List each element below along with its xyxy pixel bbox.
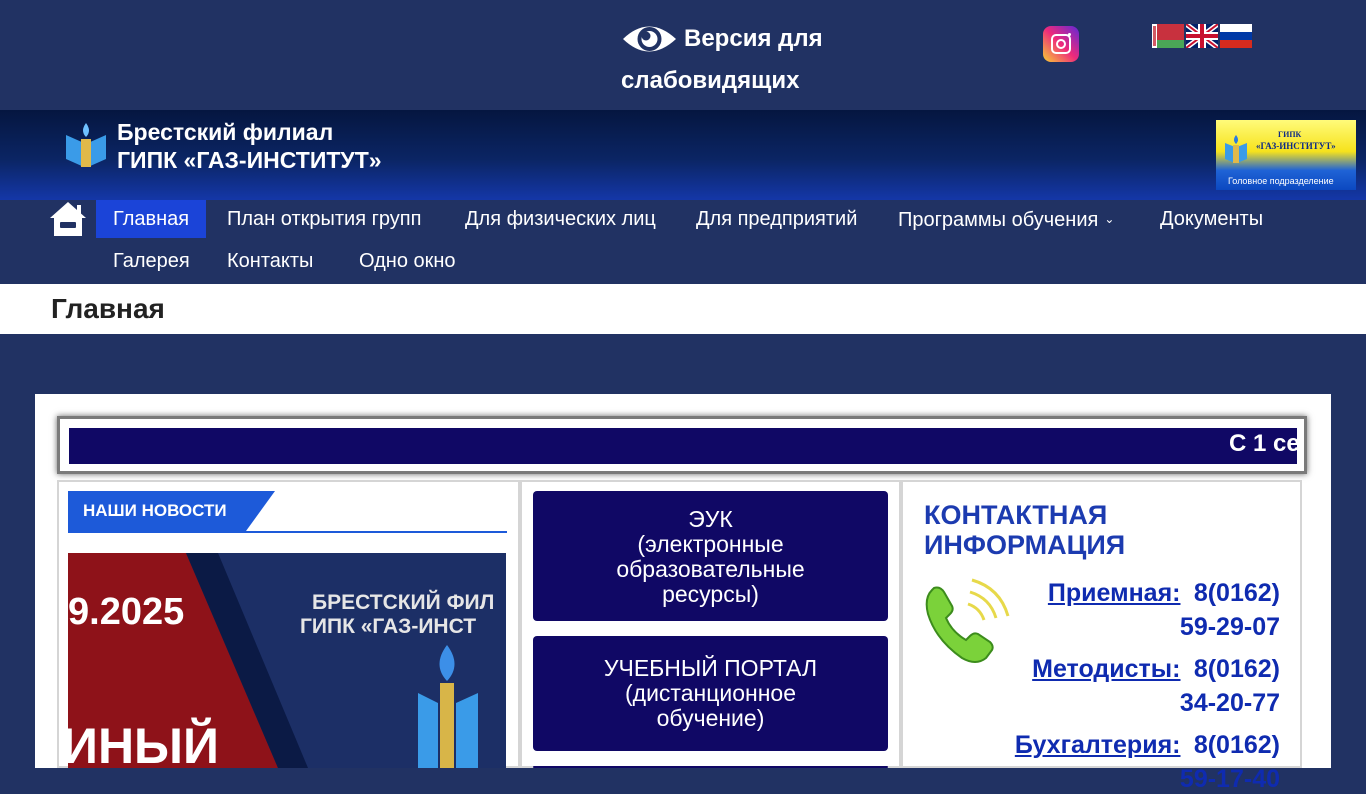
nav-item-documents[interactable]: Документы (1143, 200, 1280, 238)
news-ticker[interactable]: С 1 се (69, 428, 1297, 464)
contacts-title-line2: ИНФОРМАЦИЯ (924, 530, 1126, 560)
nav-item-programs[interactable]: Программы обучения ⌄ (881, 200, 1131, 238)
brand-logo-icon[interactable] (64, 121, 108, 169)
brand-name-line1: Брестский филиал (117, 119, 334, 145)
accessible-version-line2: слабовидящих (621, 67, 800, 94)
nav-item-contacts[interactable]: Контакты (210, 242, 330, 280)
portal-line1: (дистанционное (625, 680, 796, 706)
contacts-title-line1: КОНТАКТНАЯ (924, 500, 1108, 530)
news-image-word: ИНЫЙ (68, 718, 219, 768)
news-tab-label: НАШИ НОВОСТИ (83, 501, 227, 520)
page-title-bar (0, 284, 1366, 334)
contact-accounting-label[interactable]: Бухгалтерия: (1015, 731, 1181, 759)
study-portal-button[interactable]: УЧЕБНЫЙ ПОРТАЛ (дистанционное обучение) (533, 636, 888, 751)
flag-uk-icon[interactable] (1186, 24, 1218, 48)
chevron-down-icon: ⌄ (1104, 212, 1115, 226)
accessible-version-link[interactable]: Версия для слабовидящих (621, 18, 861, 102)
news-tab[interactable]: НАШИ НОВОСТИ (68, 491, 275, 531)
nav-item-gallery[interactable]: Галерея (96, 242, 207, 280)
brand-name-line2: ГИПК «ГАЗ-ИНСТИТУТ» (117, 147, 382, 173)
mini-logo-icon (1225, 135, 1247, 163)
contact-methodists: Методисты: 8(0162) 34-20-77 (1032, 654, 1280, 718)
contact-accounting-number: 59-17-40 (1179, 765, 1280, 793)
euk-line3: ресурсы) (662, 581, 759, 607)
banner-line1: ГИПК (1278, 130, 1302, 139)
flag-russia-icon[interactable] (1220, 24, 1252, 48)
contact-accounting-code: 8(0162) (1193, 731, 1280, 759)
contact-methodists-code: 8(0162) (1193, 655, 1280, 683)
nav-item-programs-label: Программы обучения (898, 209, 1099, 231)
contact-methodists-number: 34-20-77 (1179, 689, 1280, 717)
euk-line1: (электронные (637, 531, 784, 557)
euk-line2: образовательные (616, 556, 805, 582)
contact-reception-code: 8(0162) (1193, 579, 1280, 607)
contact-reception: Приемная: 8(0162) 59-29-07 (1048, 578, 1280, 642)
euk-button[interactable]: ЭУК (электронные образовательные ресурсы… (533, 491, 888, 621)
news-divider (68, 531, 507, 533)
news-image[interactable]: 9.2025 БРЕСТСКИЙ ФИЛ ГИПК «ГАЗ-ИНСТ ИНЫЙ (68, 553, 506, 768)
contact-reception-label[interactable]: Приемная: (1048, 579, 1181, 607)
contact-methodists-label[interactable]: Методисты: (1032, 655, 1180, 683)
nav-item-individuals[interactable]: Для физических лиц (448, 200, 673, 238)
instagram-icon[interactable] (1043, 26, 1079, 62)
ticker-text: С 1 се (1229, 430, 1297, 457)
contacts-title: КОНТАКТНАЯ ИНФОРМАЦИЯ (924, 500, 1125, 560)
news-image-date: 9.2025 (68, 591, 185, 633)
banner-line3: Головное подразделение (1228, 176, 1334, 186)
contact-reception-number: 59-29-07 (1179, 613, 1280, 641)
nav-item-home[interactable]: Главная (96, 200, 207, 238)
euk-title: ЭУК (688, 506, 733, 532)
portal-title: УЧЕБНЫЙ ПОРТАЛ (603, 655, 818, 681)
accessible-version-line1: Версия для (684, 25, 823, 52)
nav-item-one-window[interactable]: Одно окно (342, 242, 473, 280)
nav-item-group-plan[interactable]: План открытия групп (210, 200, 438, 238)
home-icon[interactable] (48, 200, 88, 238)
brand-name[interactable]: Брестский филиал ГИПК «ГАЗ-ИНСТИТУТ» (117, 118, 382, 174)
head-institute-banner[interactable]: ГИПК «ГАЗ-ИНСТИТУТ» Головное подразделен… (1216, 120, 1356, 190)
flag-belarus-icon[interactable] (1152, 24, 1184, 48)
phone-icon (925, 578, 1010, 663)
nav-item-enterprises[interactable]: Для предприятий (679, 200, 874, 238)
page-title: Главная (51, 293, 165, 324)
news-image-caption-line1: БРЕСТСКИЙ ФИЛ (312, 591, 495, 614)
banner-line2: «ГАЗ-ИНСТИТУТ» (1256, 141, 1336, 151)
contact-accounting: Бухгалтерия: 8(0162) 59-17-40 (1015, 730, 1280, 794)
portal-line2: обучение) (656, 705, 765, 731)
news-image-caption-line2: ГИПК «ГАЗ-ИНСТ (300, 615, 477, 638)
